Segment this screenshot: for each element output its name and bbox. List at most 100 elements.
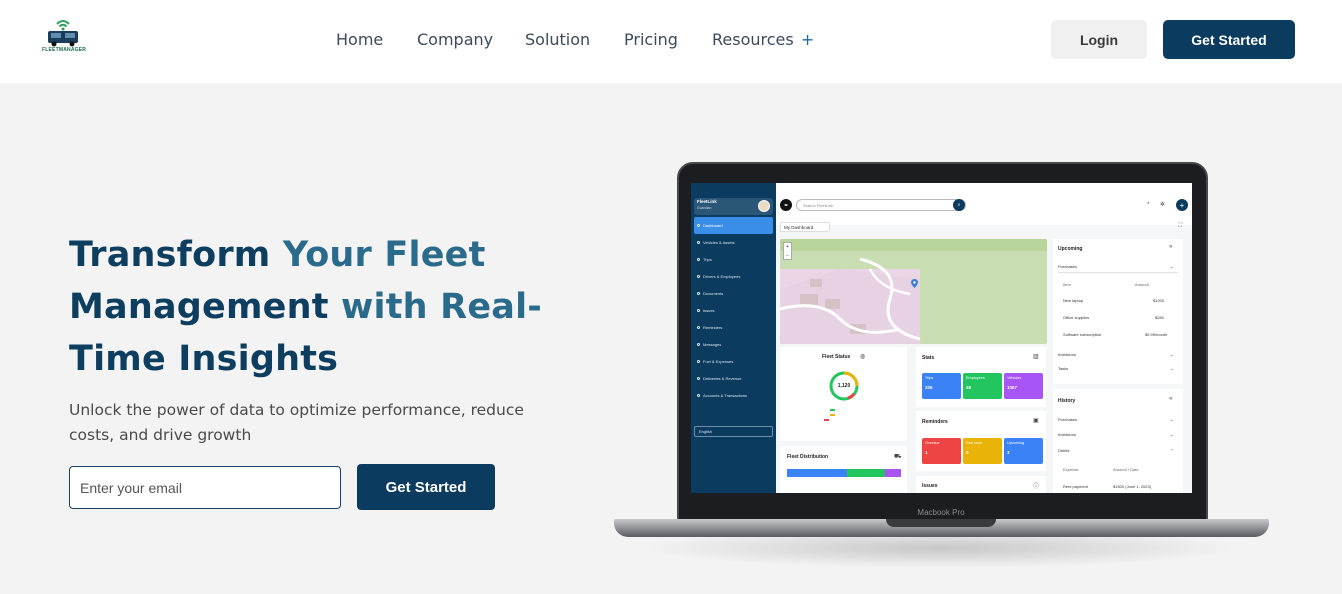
- app-sidebar: FleetLink Guardian Dashboard Vehicles & …: [691, 183, 776, 493]
- sidebar-item-label: Reminders: [703, 325, 723, 330]
- upcoming-row-1-amount: $1200: [1153, 298, 1165, 303]
- logo-text: FLEETMANAGER: [42, 47, 87, 53]
- get-started-header-button[interactable]: Get Started: [1163, 20, 1295, 59]
- stat-vehicles: Vehicles 1067: [1004, 373, 1043, 399]
- login-button[interactable]: Login: [1051, 20, 1147, 59]
- truck-logo-icon: [48, 20, 78, 47]
- fleet-distribution-title: Fleet Distribution: [787, 454, 829, 460]
- expand-icon: ⛶: [1178, 223, 1183, 229]
- hero-title-part2: Your Fleet: [282, 235, 486, 275]
- upcoming-row-3-amount: $9.99/month: [1145, 332, 1168, 337]
- sidebar-item-label: Fuel & Expenses: [703, 359, 734, 364]
- app-profile: FleetLink Guardian: [694, 198, 773, 215]
- upcoming-row-1-item: New laptop: [1063, 298, 1084, 303]
- distribution-bar-green: [847, 469, 885, 477]
- email-input[interactable]: [69, 466, 341, 509]
- fleet-distribution-card: Fleet Distribution ⛟: [780, 446, 907, 493]
- history-panel: History « Purchases ⌄ Invitations ⌄ Debi…: [1053, 389, 1183, 493]
- divider: [1058, 272, 1178, 273]
- upcoming-title: Upcoming: [1058, 246, 1083, 252]
- legend-out-swatch: [824, 419, 829, 421]
- brand-logo[interactable]: FLEETMANAGER: [42, 18, 87, 54]
- history-col-amount: Amount / Date: [1113, 467, 1139, 472]
- chevron-down-icon: ⌄: [1170, 352, 1174, 357]
- sidebar-item-dashboard: Dashboard: [694, 217, 773, 234]
- sidebar-item-label: Messages: [703, 342, 722, 347]
- reminders-icon: [697, 326, 700, 329]
- app-topbar: ⚭ Search FleetLink ⌕ ◔ ✲ +: [776, 183, 1192, 225]
- site-header: FLEETMANAGER Home Company Solution Prici…: [0, 0, 1342, 83]
- nav-pricing[interactable]: Pricing: [624, 30, 678, 49]
- sidebar-item-messages: Messages: [694, 336, 773, 353]
- sidebar-item-fuel: Fuel & Expenses: [694, 353, 773, 370]
- reminders-title: Reminders: [922, 419, 948, 425]
- sidebar-item-drivers: Drivers & Employees: [694, 268, 773, 285]
- sidebar-item-deliveries: Deliveries & Revenue: [694, 370, 773, 387]
- fuel-icon: [697, 360, 700, 363]
- chevron-down-icon: ⌄: [1170, 432, 1174, 437]
- upcoming-row-2-amount: $250: [1155, 315, 1164, 320]
- hero-title-part3: Management: [69, 287, 342, 327]
- app-sidebar-menu: Dashboard Vehicles & Assets Trips Driver…: [694, 217, 773, 404]
- sidebar-item-issues: Issues: [694, 302, 773, 319]
- reminder-upcoming: Upcoming 3: [1004, 438, 1043, 464]
- history-row-item: Rent payment: [1063, 484, 1088, 489]
- map-pin-icon: [911, 279, 918, 288]
- sidebar-item-label: Issues: [703, 308, 715, 313]
- drivers-icon: [697, 275, 700, 278]
- nav-company[interactable]: Company: [417, 30, 493, 49]
- reminder-overdue-label: Overdue: [925, 441, 940, 445]
- app-main: ⚭ Search FleetLink ⌕ ◔ ✲ + My Dashboard …: [776, 183, 1192, 493]
- issues-card: Issues ⓘ: [916, 476, 1046, 493]
- reminder-overdue: Overdue 1: [922, 438, 961, 464]
- search-icon: ⌕: [953, 199, 965, 211]
- history-purchases: Purchases: [1058, 417, 1077, 422]
- nav-resources[interactable]: Resources +: [712, 30, 814, 49]
- app-profile-name: FleetLink: [697, 199, 717, 204]
- stat-employees: Employees 46: [963, 373, 1002, 399]
- fleet-status-card: Fleet Status ◍ 1,120: [780, 347, 907, 441]
- reminder-overdue-value: 1: [925, 450, 928, 455]
- sidebar-item-label: Vehicles & Assets: [703, 240, 735, 245]
- history-row-amount: $1500 (June 1, 2023): [1113, 484, 1152, 489]
- upcoming-tasks: Tasks: [1058, 366, 1069, 371]
- language-select: English: [694, 426, 773, 437]
- dashboard-icon: [697, 224, 700, 227]
- get-started-hero-button[interactable]: Get Started: [357, 464, 495, 510]
- truck-icon: ⛟: [894, 454, 902, 460]
- plus-icon: +: [800, 30, 815, 49]
- nav-solution[interactable]: Solution: [525, 30, 590, 49]
- reminder-due-soon-label: Due soon: [966, 441, 983, 445]
- collapse-right-icon: »: [1169, 244, 1173, 250]
- plus-icon: +: [1176, 199, 1188, 211]
- map-zoom-control: + −: [783, 242, 792, 260]
- calendar-icon: ▣: [1033, 418, 1039, 424]
- sidebar-item-trips: Trips: [694, 251, 773, 268]
- app-search: Search FleetLink: [796, 199, 966, 211]
- nav-resources-label: Resources: [712, 30, 794, 49]
- stat-employees-value: 46: [966, 385, 972, 390]
- sidebar-item-label: Accounts & Transactions: [703, 393, 748, 398]
- hero-title: Transform Your Fleet Management with Rea…: [69, 229, 569, 385]
- upcoming-row-3-item: Software subscription: [1063, 332, 1102, 337]
- distribution-bar-purple: [885, 469, 901, 477]
- fleet-status-title: Fleet Status: [822, 354, 851, 360]
- upcoming-col-amount: Amount: [1135, 282, 1149, 287]
- sidebar-item-label: Trips: [703, 257, 712, 262]
- stat-trips-label: Trips: [925, 376, 934, 380]
- gear-icon: ✲: [1160, 202, 1166, 208]
- laptop-model-label: Macbook Pro: [917, 508, 965, 517]
- map-tiles: [780, 239, 1047, 344]
- bar-chart-icon: ▥: [1033, 354, 1039, 360]
- nav-home[interactable]: Home: [336, 30, 383, 49]
- reminder-upcoming-label: Upcoming: [1007, 441, 1025, 445]
- laptop-screen: FleetLink Guardian Dashboard Vehicles & …: [691, 183, 1192, 493]
- sidebar-item-accounts: Accounts & Transactions: [694, 387, 773, 404]
- stat-trips: Trips 326: [922, 373, 961, 399]
- upcoming-row-2-item: Office supplies: [1063, 315, 1090, 320]
- accounts-icon: [697, 394, 700, 397]
- issues-title: Issues: [922, 483, 938, 489]
- documents-icon: [697, 292, 700, 295]
- reminder-due-soon: Due soon 0: [963, 438, 1002, 464]
- issues-icon: [697, 309, 700, 312]
